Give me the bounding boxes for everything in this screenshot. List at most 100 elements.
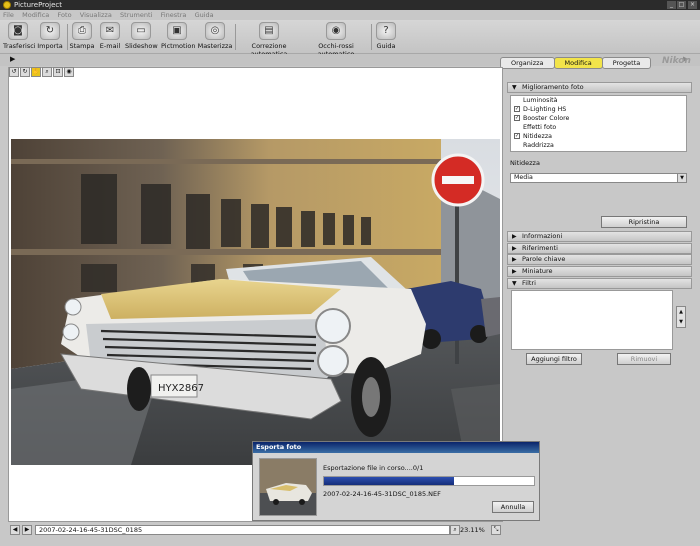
collapse-icon: ▼ (512, 280, 517, 287)
expand-icon: ▶ (512, 256, 517, 263)
search-icon[interactable]: ⌕ (450, 525, 460, 535)
app-window: PictureProject _ □ × File Modifica Foto … (0, 0, 700, 546)
sharpness-select[interactable]: Media ▼ (510, 173, 687, 183)
list-item[interactable]: ✓ D-Lighting HS (511, 105, 686, 114)
collapse-icon: ▼ (512, 84, 517, 91)
main-toolbar: ◙ Trasferisci ↻ Importa ⎙ Stampa ✉ E-mail ▭ S… (0, 20, 700, 58)
red-eye-icon: ◉ (326, 22, 346, 40)
export-progress-bar (323, 476, 535, 486)
prev-photo-icon[interactable]: ◀ (10, 525, 20, 535)
importa-button[interactable]: ↻ Importa (36, 22, 64, 52)
menu-visualizza[interactable]: Visualizza (77, 10, 115, 20)
section-informazioni[interactable]: ▶ Informazioni (507, 231, 692, 242)
fit-window-icon[interactable]: ⤡ (491, 525, 501, 535)
export-filename: 2007-02-24-16-45-31DSC_0185.NEF (323, 490, 441, 498)
export-dialog: Esporta foto Esportazione file in corso.… (252, 441, 540, 521)
email-icon: ✉ (100, 22, 120, 40)
import-icon: ↻ (40, 22, 60, 40)
car-street-photo: HYX2867 (11, 139, 500, 465)
checkbox-checked[interactable]: ✓ (514, 115, 520, 121)
dialog-title: Esporta foto (253, 442, 539, 453)
pictmotion-button[interactable]: ▣ Pictmotion (161, 22, 195, 52)
tab-organizza[interactable]: Organizza (500, 57, 555, 69)
auto-correct-button[interactable]: ▤Correzione automatica (238, 22, 300, 58)
trasferisci-button[interactable]: ◙ Trasferisci (3, 22, 36, 52)
zoom-tool-icon[interactable]: ⌕ (42, 67, 52, 77)
zoom-level[interactable]: 23.11% (460, 525, 485, 535)
menu-guida[interactable]: Guida (192, 10, 217, 20)
reset-button[interactable]: Ripristina (601, 216, 687, 228)
svg-text:HYX2867: HYX2867 (158, 383, 204, 394)
cancel-button[interactable]: Annulla (492, 501, 534, 513)
enhance-panel-header[interactable]: ▼ Miglioramento foto (507, 82, 692, 93)
slideshow-icon: ▭ (131, 22, 151, 40)
toolbar-separator (67, 24, 68, 50)
menu-bar: File Modifica Foto Visualizza Strumenti … (0, 10, 700, 20)
red-eye-button[interactable]: ◉Occhi-rossi automatico (304, 22, 368, 58)
close-button[interactable]: × (688, 1, 697, 9)
pictmotion-icon: ▣ (167, 22, 187, 40)
expand-icon: ▶ (512, 233, 517, 240)
help-icon: ? (376, 22, 396, 40)
list-item[interactable]: ✓ Nitidezza (511, 132, 686, 141)
toolbar-separator (371, 24, 372, 50)
menu-foto[interactable]: Foto (55, 10, 75, 20)
list-item[interactable]: ✓ Booster Colore (511, 114, 686, 123)
nikon-logo: Nikon (662, 56, 691, 66)
section-parole-chiave[interactable]: ▶ Parole chiave (507, 254, 692, 265)
chevron-down-icon: ▼ (677, 174, 686, 182)
window-title: PictureProject (14, 1, 63, 9)
stampa-button[interactable]: ⎙ Stampa (69, 22, 95, 52)
list-item[interactable]: Effetti foto (511, 123, 686, 132)
viewer-tools: ↺ ↻ ✋ ⌕ ⊡ ◉ (9, 67, 74, 78)
expand-icon: ▶ (512, 268, 517, 275)
tab-modifica[interactable]: Modifica (553, 57, 603, 69)
main-photo: HYX2867 (11, 139, 500, 465)
menu-strumenti[interactable]: Strumenti (117, 10, 155, 20)
add-filter-button[interactable]: Aggiungi filtro (526, 353, 582, 365)
sharpness-label: Nitidezza (510, 159, 540, 167)
crop-tool-icon[interactable]: ⊡ (53, 67, 63, 77)
auto-correct-icon: ▤ (259, 22, 279, 40)
export-thumbnail (259, 458, 317, 516)
rotate-right-icon[interactable]: ↻ (20, 67, 30, 77)
next-photo-icon[interactable]: ▶ (22, 525, 32, 535)
filter-scroll-stepper[interactable]: ▲ ▼ (676, 306, 686, 328)
car-thumbnail (260, 459, 316, 515)
checkbox-checked[interactable]: ✓ (514, 106, 520, 112)
app-logo-icon (3, 1, 11, 9)
expand-arrow-icon[interactable]: ▶ (10, 55, 15, 63)
remove-filter-button[interactable]: Rimuovi (617, 353, 671, 365)
list-item[interactable]: Luminosità (511, 96, 686, 105)
filters-list[interactable] (511, 290, 673, 350)
export-status-text: Esportazione file in corso....0/1 (323, 464, 424, 472)
slideshow-button[interactable]: ▭ Slideshow (125, 22, 158, 52)
expand-icon: ▶ (512, 245, 517, 252)
filename-field[interactable]: 2007-02-24-16-45-31DSC_0185 (35, 525, 450, 535)
masterizza-button[interactable]: ◎ Masterizza (197, 22, 233, 52)
progress-fill (324, 477, 455, 485)
section-filtri[interactable]: ▼ Filtri (507, 278, 692, 289)
enhance-list: Luminosità ✓ D-Lighting HS ✓ Booster Color… (510, 95, 687, 152)
section-miniature[interactable]: ▶ Miniature (507, 266, 692, 277)
eye-tool-icon[interactable]: ◉ (64, 67, 74, 77)
checkbox-checked[interactable]: ✓ (514, 133, 520, 139)
camera-icon: ◙ (8, 22, 28, 40)
maximize-button[interactable]: □ (677, 1, 686, 9)
rotate-left-icon[interactable]: ↺ (9, 67, 19, 77)
title-bar: PictureProject _ □ × (0, 0, 700, 10)
section-riferimenti[interactable]: ▶ Riferimenti (507, 243, 692, 254)
mode-tabs: Organizza Modifica Progetta (500, 57, 652, 69)
toolbar-separator (235, 24, 236, 50)
list-item[interactable]: Raddrizza (511, 141, 686, 150)
menu-finestra[interactable]: Finestra (158, 10, 190, 20)
menu-file[interactable]: File (0, 10, 17, 20)
menu-modifica[interactable]: Modifica (19, 10, 52, 20)
hand-tool-icon[interactable]: ✋ (31, 67, 41, 77)
burn-disc-icon: ◎ (205, 22, 225, 40)
minimize-button[interactable]: _ (667, 1, 676, 9)
guida-button[interactable]: ? Guida (374, 22, 398, 52)
tab-progetta[interactable]: Progetta (601, 57, 652, 69)
printer-icon: ⎙ (72, 22, 92, 40)
email-button[interactable]: ✉ E-mail (98, 22, 122, 52)
